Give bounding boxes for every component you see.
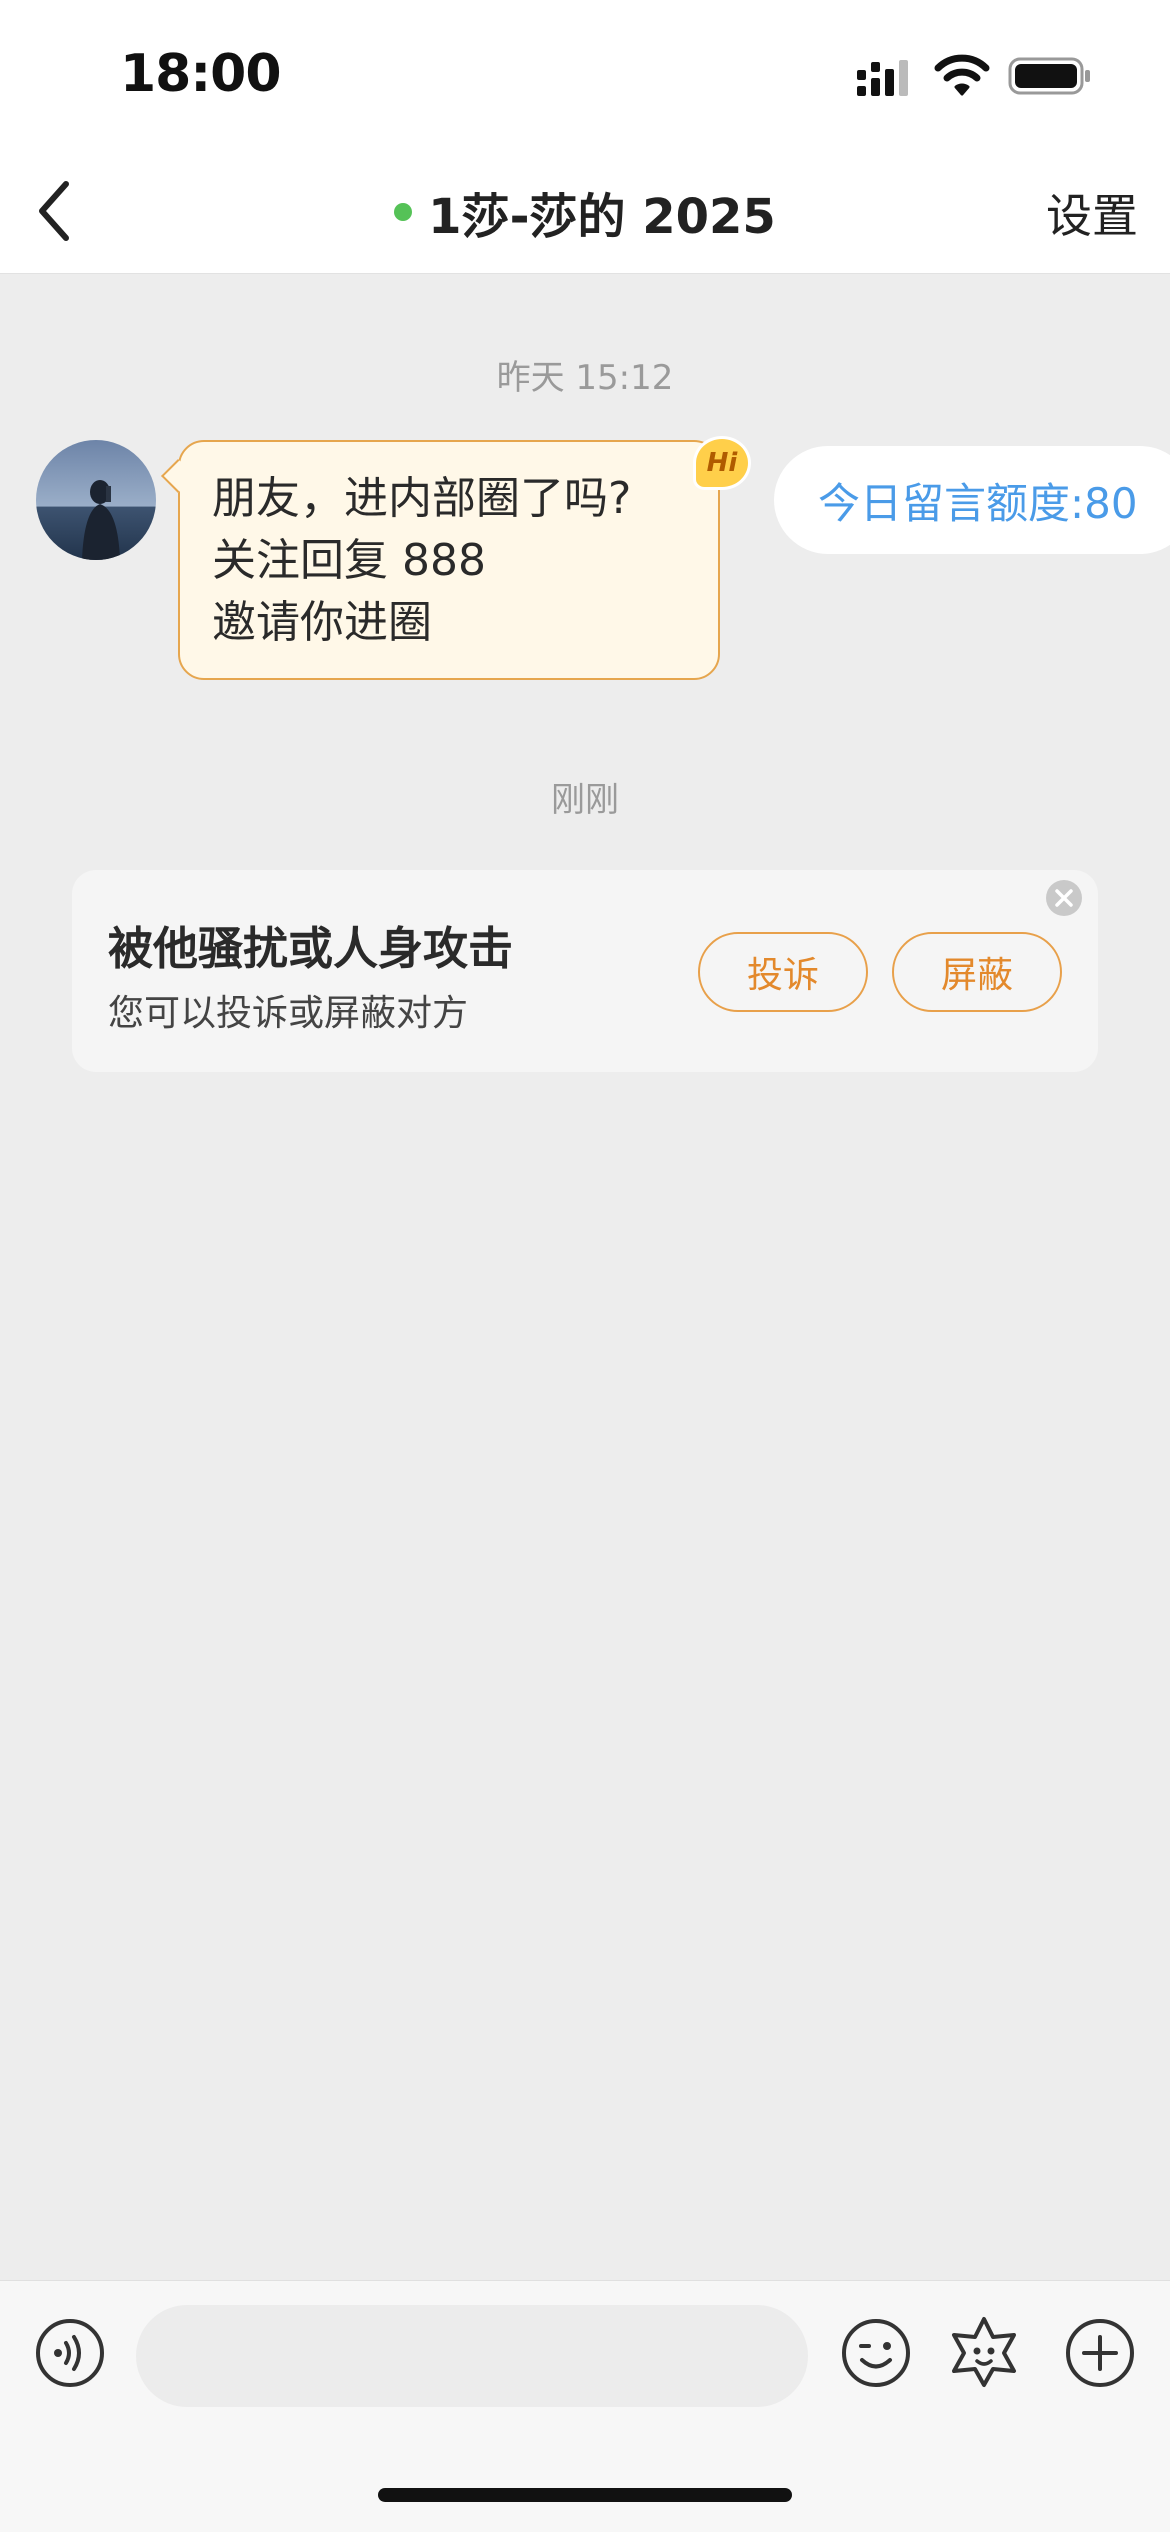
- cellular-signal-icon: [857, 60, 908, 96]
- chat-title: 1莎-莎的 2025: [428, 189, 776, 245]
- settings-button[interactable]: 设置: [1046, 180, 1138, 246]
- report-card-subtitle: 您可以投诉或屏蔽对方: [108, 993, 469, 1034]
- status-time: 18:00: [120, 44, 282, 104]
- message-line: 邀请你进圈: [212, 597, 432, 648]
- harassment-report-card: 被他骚扰或人身攻击 您可以投诉或屏蔽对方 投诉 屏蔽: [72, 870, 1098, 1072]
- battery-icon: [1008, 57, 1090, 95]
- chat-screen: 18:00 1莎-莎的 2025 设置 昨天 15:12 朋友，进内部圈了吗? …: [0, 0, 1170, 2532]
- block-button[interactable]: 屏蔽: [892, 932, 1062, 1012]
- status-bar: 18:00: [0, 0, 1170, 150]
- hi-badge: Hi: [693, 436, 751, 490]
- chevron-left-icon[interactable]: [30, 176, 80, 246]
- emoji-icon[interactable]: [840, 2317, 912, 2389]
- message-line: 关注回复 888: [212, 535, 486, 586]
- complain-button[interactable]: 投诉: [698, 932, 868, 1012]
- message-timestamp: 昨天 15:12: [496, 358, 674, 398]
- incoming-message-bubble[interactable]: 朋友，进内部圈了吗? 关注回复 888 邀请你进圈: [161, 440, 720, 680]
- wifi-icon: [934, 54, 990, 96]
- chat-header: 1莎-莎的 2025 设置: [0, 150, 1170, 274]
- message-timestamp: 刚刚: [551, 780, 619, 820]
- sticker-icon[interactable]: [946, 2313, 1022, 2389]
- chat-title-group: 1莎-莎的 2025: [0, 150, 1170, 274]
- voice-icon[interactable]: [34, 2317, 106, 2389]
- plus-icon[interactable]: [1064, 2317, 1136, 2389]
- bubble-tail: [161, 459, 195, 493]
- avatar-image: [36, 440, 156, 560]
- online-status-dot: [394, 203, 413, 221]
- message-quota-pill: 今日留言额度:80: [774, 446, 1170, 554]
- home-indicator: [378, 2488, 792, 2502]
- message-input[interactable]: [136, 2305, 808, 2407]
- avatar[interactable]: [36, 440, 156, 560]
- report-card-title: 被他骚扰或人身攻击: [108, 922, 514, 975]
- message-line: 朋友，进内部圈了吗?: [212, 473, 632, 524]
- close-icon[interactable]: [1044, 878, 1084, 918]
